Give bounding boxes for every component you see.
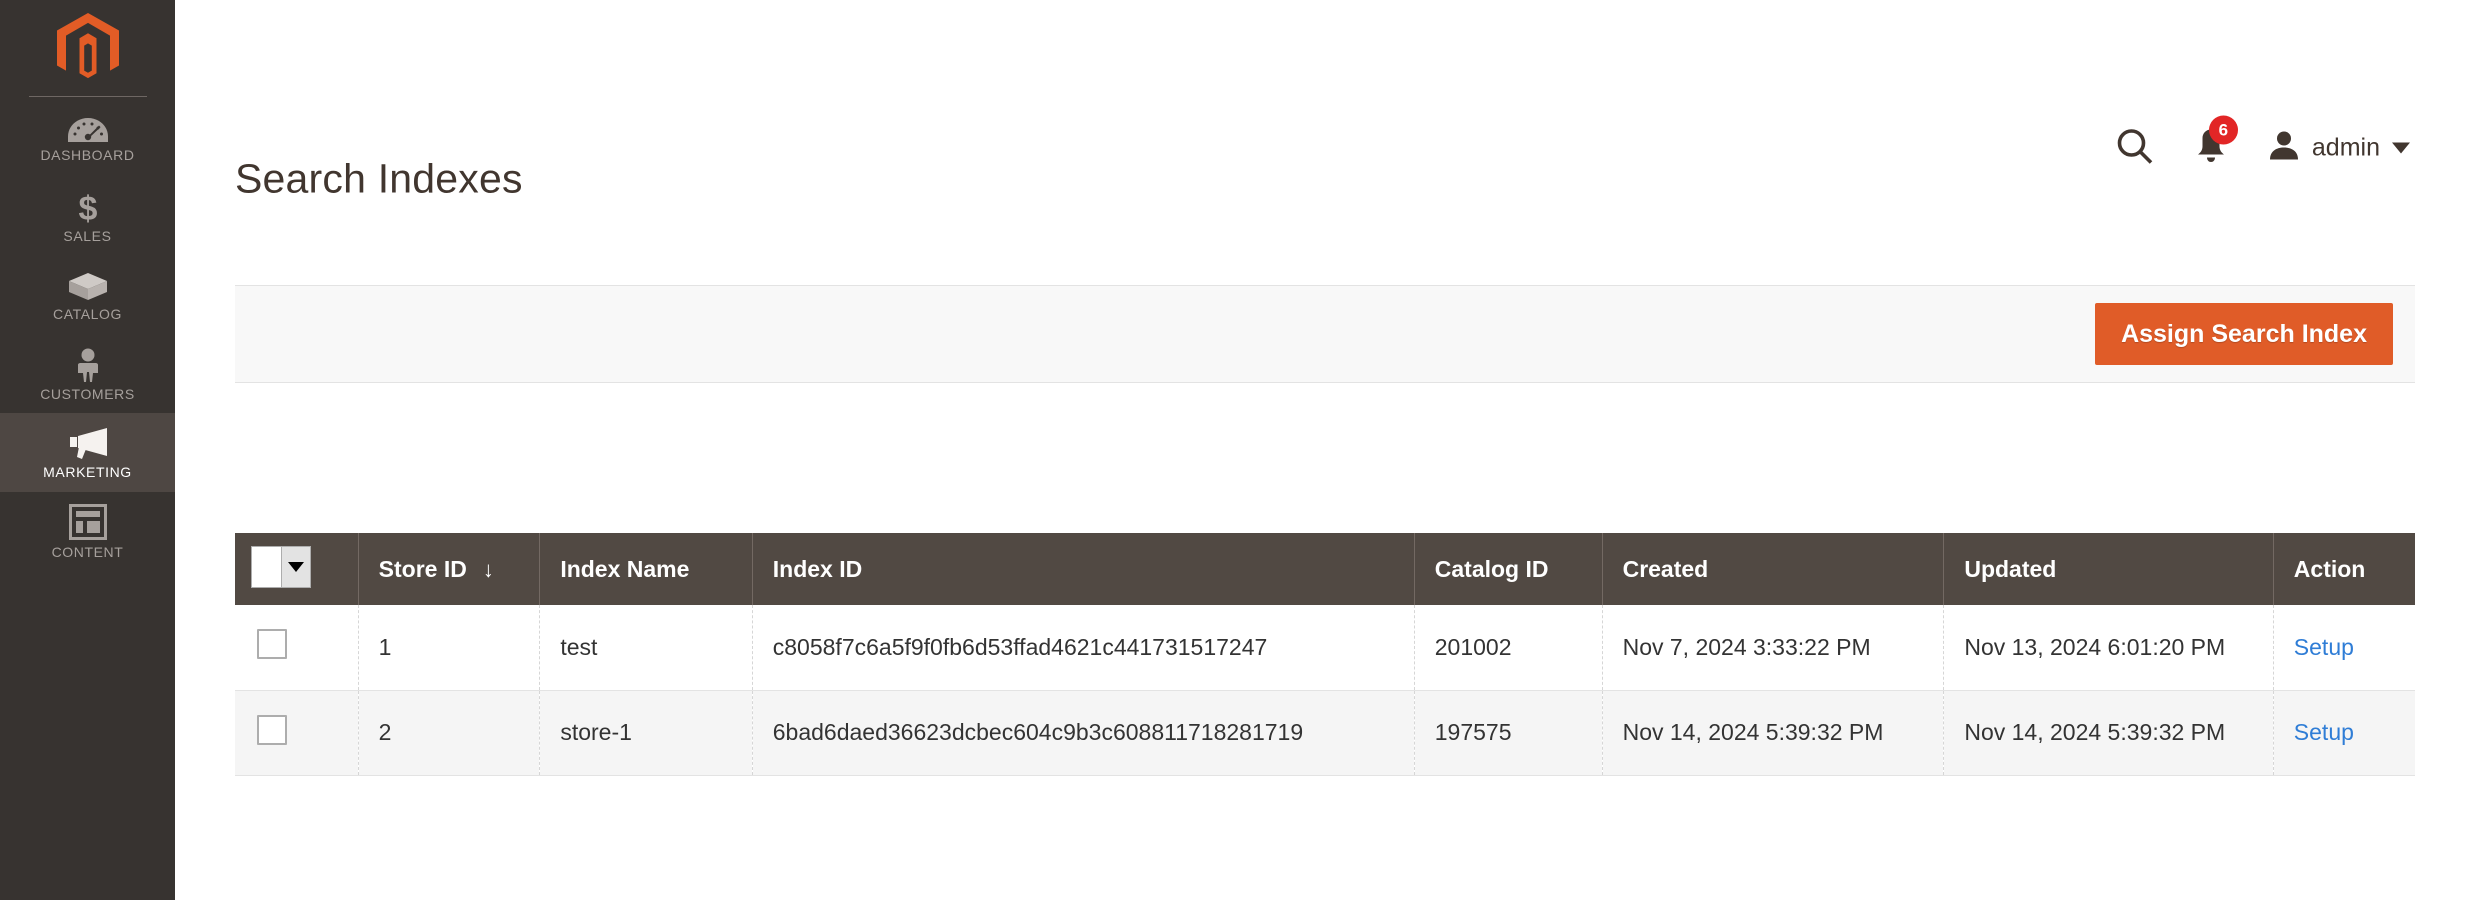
cell-created: Nov 14, 2024 5:39:32 PM (1602, 690, 1944, 775)
sort-desc-icon: ↓ (483, 557, 494, 583)
column-label: Store ID (379, 556, 467, 582)
row-checkbox[interactable] (257, 629, 287, 659)
sidebar-item-catalog[interactable]: CATALOG (0, 255, 175, 334)
sidebar-item-content[interactable]: CONTENT (0, 492, 175, 571)
grid-header-row: Store ID ↓ Index Name Index ID Catalog ID… (235, 533, 2415, 605)
user-menu[interactable]: admin (2268, 130, 2410, 167)
search-indexes-grid: Store ID ↓ Index Name Index ID Catalog ID… (235, 533, 2415, 776)
chevron-down-icon (288, 562, 304, 572)
notifications-button[interactable]: 6 (2194, 128, 2228, 169)
magento-logo[interactable] (0, 0, 175, 96)
column-header-store-id[interactable]: Store ID ↓ (358, 533, 540, 605)
sidebar-item-label: MARKETING (43, 465, 132, 479)
column-header-index-id[interactable]: Index ID (752, 533, 1414, 605)
cell-catalog-id: 201002 (1414, 605, 1602, 690)
row-checkbox[interactable] (257, 715, 287, 745)
notifications-badge: 6 (2209, 116, 2238, 145)
chevron-down-icon (2392, 143, 2410, 154)
page-title: Search Indexes (235, 156, 523, 203)
row-checkbox-cell[interactable] (235, 690, 358, 775)
cell-store-id: 1 (358, 605, 540, 690)
column-header-catalog-id[interactable]: Catalog ID (1414, 533, 1602, 605)
sidebar-item-label: DASHBOARD (40, 148, 134, 162)
column-header-created[interactable]: Created (1602, 533, 1944, 605)
cell-created: Nov 7, 2024 3:33:22 PM (1602, 605, 1944, 690)
sidebar-item-sales[interactable]: $ SALES (0, 176, 175, 255)
massaction-dropdown[interactable] (281, 547, 310, 587)
header-actions: 6 admin (2116, 128, 2410, 169)
dashboard-icon (67, 113, 109, 143)
sidebar: DASHBOARD $ SALES CATALOG (0, 0, 175, 900)
svg-text:$: $ (78, 190, 97, 224)
megaphone-icon (65, 428, 111, 460)
setup-link[interactable]: Setup (2294, 634, 2354, 660)
layout-icon (69, 506, 107, 540)
cell-index-name: test (540, 605, 752, 690)
sidebar-item-customers[interactable]: CUSTOMERS (0, 334, 175, 413)
cell-store-id: 2 (358, 690, 540, 775)
page-toolbar: Assign Search Index (235, 285, 2415, 383)
cell-updated: Nov 13, 2024 6:01:20 PM (1944, 605, 2273, 690)
cell-index-id: c8058f7c6a5f9f0fb6d53ffad4621c4417315172… (752, 605, 1414, 690)
cell-action[interactable]: Setup (2273, 690, 2415, 775)
table-row[interactable]: 1 test c8058f7c6a5f9f0fb6d53ffad4621c441… (235, 605, 2415, 690)
admin-page: DASHBOARD $ SALES CATALOG (0, 0, 2476, 900)
sidebar-item-label: CONTENT (52, 545, 124, 559)
user-avatar-icon (2268, 130, 2300, 167)
column-header-updated[interactable]: Updated (1944, 533, 2273, 605)
massaction-checkbox[interactable] (252, 547, 281, 587)
sidebar-item-label: CUSTOMERS (40, 387, 135, 401)
cell-index-name: store-1 (540, 690, 752, 775)
magento-logo-icon (57, 13, 119, 83)
cell-catalog-id: 197575 (1414, 690, 1602, 775)
row-checkbox-cell[interactable] (235, 605, 358, 690)
massaction-header[interactable] (235, 533, 358, 605)
cell-action[interactable]: Setup (2273, 605, 2415, 690)
search-icon (2116, 128, 2154, 169)
setup-link[interactable]: Setup (2294, 719, 2354, 745)
sidebar-item-dashboard[interactable]: DASHBOARD (0, 97, 175, 176)
cell-index-id: 6bad6daed36623dcbec604c9b3c6088117182817… (752, 690, 1414, 775)
sidebar-item-label: CATALOG (53, 307, 122, 321)
grid-header: Store ID ↓ Index Name Index ID Catalog ID… (235, 533, 2415, 605)
dollar-icon: $ (73, 190, 103, 224)
grid-table: Store ID ↓ Index Name Index ID Catalog ID… (235, 533, 2415, 776)
page-header: Search Indexes (175, 0, 2476, 200)
search-button[interactable] (2116, 128, 2154, 169)
grid-body: 1 test c8058f7c6a5f9f0fb6d53ffad4621c441… (235, 605, 2415, 775)
sidebar-item-marketing[interactable]: MARKETING (0, 413, 175, 492)
cell-updated: Nov 14, 2024 5:39:32 PM (1944, 690, 2273, 775)
main-content: Search Indexes (175, 0, 2476, 900)
person-icon (74, 348, 102, 382)
box-icon (67, 270, 109, 302)
sidebar-item-label: SALES (63, 229, 111, 243)
assign-search-index-button[interactable]: Assign Search Index (2095, 303, 2393, 365)
table-row[interactable]: 2 store-1 6bad6daed36623dcbec604c9b3c608… (235, 690, 2415, 775)
massaction-select[interactable] (251, 546, 311, 588)
user-name: admin (2312, 134, 2380, 163)
column-header-action: Action (2273, 533, 2415, 605)
column-header-index-name[interactable]: Index Name (540, 533, 752, 605)
